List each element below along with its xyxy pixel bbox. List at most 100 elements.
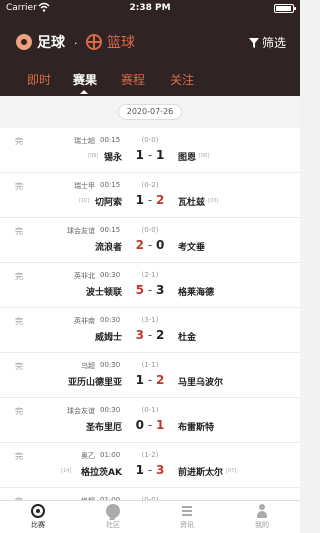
full-time-score: 2 - 0 xyxy=(128,238,172,252)
home-team: 波士顿联 xyxy=(85,288,122,298)
date-selector[interactable]: 2020-07-26 xyxy=(118,104,182,120)
basketball-tab[interactable]: 篮球 xyxy=(86,32,135,52)
match-row[interactable]: 完奥乙 01:00 (1-2) 格拉茨AK 1 - 3 前进斯太尔 [14] [07] xyxy=(0,443,300,488)
league-name: 球会友谊 xyxy=(67,227,95,235)
match-status: 完 xyxy=(15,227,23,236)
away-team: 考文垂 xyxy=(178,243,206,253)
tab-schedule[interactable]: 赛程 xyxy=(121,71,145,88)
tabbar-matches[interactable]: 比赛 xyxy=(13,503,63,530)
away-score: 2 xyxy=(155,193,165,207)
status-bar: Carrier 2:38 PM xyxy=(0,0,300,18)
away-rank: [07] xyxy=(226,468,237,474)
home-rank: [10] xyxy=(79,198,90,204)
tabbar-profile[interactable]: 我的 xyxy=(237,503,287,530)
home-score: 2 xyxy=(135,238,145,252)
away-team: 杜金 xyxy=(178,333,197,343)
score-dash: - xyxy=(144,283,156,297)
halftime-score: (0-0) xyxy=(141,226,159,234)
match-status: 完 xyxy=(15,362,23,371)
away-score: 1 xyxy=(155,148,165,162)
home-rank: [09] xyxy=(88,153,99,159)
halftime-score: (1-2) xyxy=(141,451,159,459)
news-icon xyxy=(180,504,194,518)
score-dash: - xyxy=(144,463,156,477)
community-icon xyxy=(106,504,120,518)
tabbar-label: 我的 xyxy=(255,521,269,529)
home-team: 亚历山德里亚 xyxy=(67,378,122,388)
tab-follow[interactable]: 关注 xyxy=(170,71,194,88)
match-row[interactable]: 完 球会友谊 00:30 (0-1) 圣布里厄 0 - 1 布雷斯特 xyxy=(0,398,300,443)
filter-button[interactable]: 筛选 xyxy=(248,34,286,51)
away-score: 2 xyxy=(155,373,165,387)
halftime-score: (0-0) xyxy=(141,136,159,144)
league-name: 瑞士甲 xyxy=(74,182,95,190)
away-rank: [03] xyxy=(208,198,219,204)
football-icon xyxy=(16,34,32,50)
result-tabs: 即时 赛果 赛程 关注 xyxy=(0,66,300,96)
match-status: 完 xyxy=(15,137,23,146)
score-dash: - xyxy=(144,193,156,207)
away-team: 格莱海德 xyxy=(178,288,215,298)
home-score: 5 xyxy=(135,283,145,297)
league-name: 乌超 xyxy=(81,362,95,370)
match-status: 完 xyxy=(15,317,23,326)
away-team: 布雷斯特 xyxy=(178,423,215,433)
football-label: 足球 xyxy=(37,35,65,51)
halftime-score: (0-2) xyxy=(141,181,159,189)
full-time-score: 1 - 2 xyxy=(128,373,172,387)
filter-label: 筛选 xyxy=(261,36,286,50)
full-time-score: 1 - 1 xyxy=(128,148,172,162)
full-time-score: 1 - 3 xyxy=(128,463,172,477)
halftime-score: (2-1) xyxy=(141,271,159,279)
tabbar-community[interactable]: 社区 xyxy=(88,503,138,530)
tabbar-label: 比赛 xyxy=(31,521,45,529)
tab-live[interactable]: 即时 xyxy=(27,71,51,88)
away-score: 3 xyxy=(155,283,165,297)
away-team: 图恩 xyxy=(178,153,197,163)
home-score: 3 xyxy=(135,328,145,342)
away-score: 3 xyxy=(155,463,165,477)
tabbar-news[interactable]: 资讯 xyxy=(162,503,212,530)
halftime-score: (3-1) xyxy=(141,316,159,324)
clock: 2:38 PM xyxy=(129,3,171,13)
away-score: 2 xyxy=(155,328,165,342)
kickoff-time: 00:15 xyxy=(100,136,121,144)
home-team: 切阿索 xyxy=(94,198,122,208)
home-score: 1 xyxy=(135,373,145,387)
league-name: 瑞士超 xyxy=(74,137,95,145)
match-row[interactable]: 完 瑞士甲 00:15 (0-2) 切阿索 1 - 2 瓦杜兹 [10] [03] xyxy=(0,173,300,218)
date-bar: 2020-07-26 xyxy=(0,96,300,128)
match-row[interactable]: 完 英非南 00:30 (3-1) 威姆士 3 - 2 杜金 xyxy=(0,308,300,353)
match-row[interactable]: 完 瑞士超 00:15 (0-0) 锡永 1 - 1 图恩 [09] [08] xyxy=(0,128,300,173)
football-tab[interactable]: 足球 xyxy=(16,32,65,52)
home-score: 1 xyxy=(135,148,145,162)
tabbar-label: 社区 xyxy=(106,521,120,529)
full-time-score: 1 - 2 xyxy=(128,193,172,207)
score-dash: - xyxy=(144,148,156,162)
tab-results[interactable]: 赛果 xyxy=(73,71,97,88)
kickoff-time: 00:15 xyxy=(100,226,121,234)
kickoff-time: 00:30 xyxy=(100,361,121,369)
league-name: 英非北 xyxy=(74,272,95,280)
home-score: 0 xyxy=(135,418,145,432)
filter-icon xyxy=(248,37,259,48)
halftime-score: (0-1) xyxy=(141,406,159,414)
separator-dot: · xyxy=(74,37,78,50)
kickoff-time: 00:30 xyxy=(100,316,121,324)
home-rank: [14] xyxy=(61,468,72,474)
kickoff-time: 01:00 xyxy=(100,451,121,459)
match-row[interactable]: 完 英非北 00:30 (2-1) 波士顿联 5 - 3 格莱海德 xyxy=(0,263,300,308)
score-dash: - xyxy=(144,373,156,387)
match-row[interactable]: 完 乌超 00:30 (1-1) 亚历山德里亚 1 - 2 马里乌波尔 xyxy=(0,353,300,398)
score-dash: - xyxy=(144,328,156,342)
basketball-label: 篮球 xyxy=(107,35,135,51)
home-team: 锡永 xyxy=(103,153,122,163)
match-status: 完 xyxy=(15,452,23,461)
tabbar-label: 资讯 xyxy=(180,521,194,529)
league-name: 球会友谊 xyxy=(67,407,95,415)
match-status: 完 xyxy=(15,407,23,416)
home-score: 1 xyxy=(135,193,145,207)
match-row[interactable]: 完 球会友谊 00:15 (0-0) 流浪者 2 - 0 考文垂 xyxy=(0,218,300,263)
league-name: 英非南 xyxy=(74,317,95,325)
match-status: 完 xyxy=(15,182,23,191)
